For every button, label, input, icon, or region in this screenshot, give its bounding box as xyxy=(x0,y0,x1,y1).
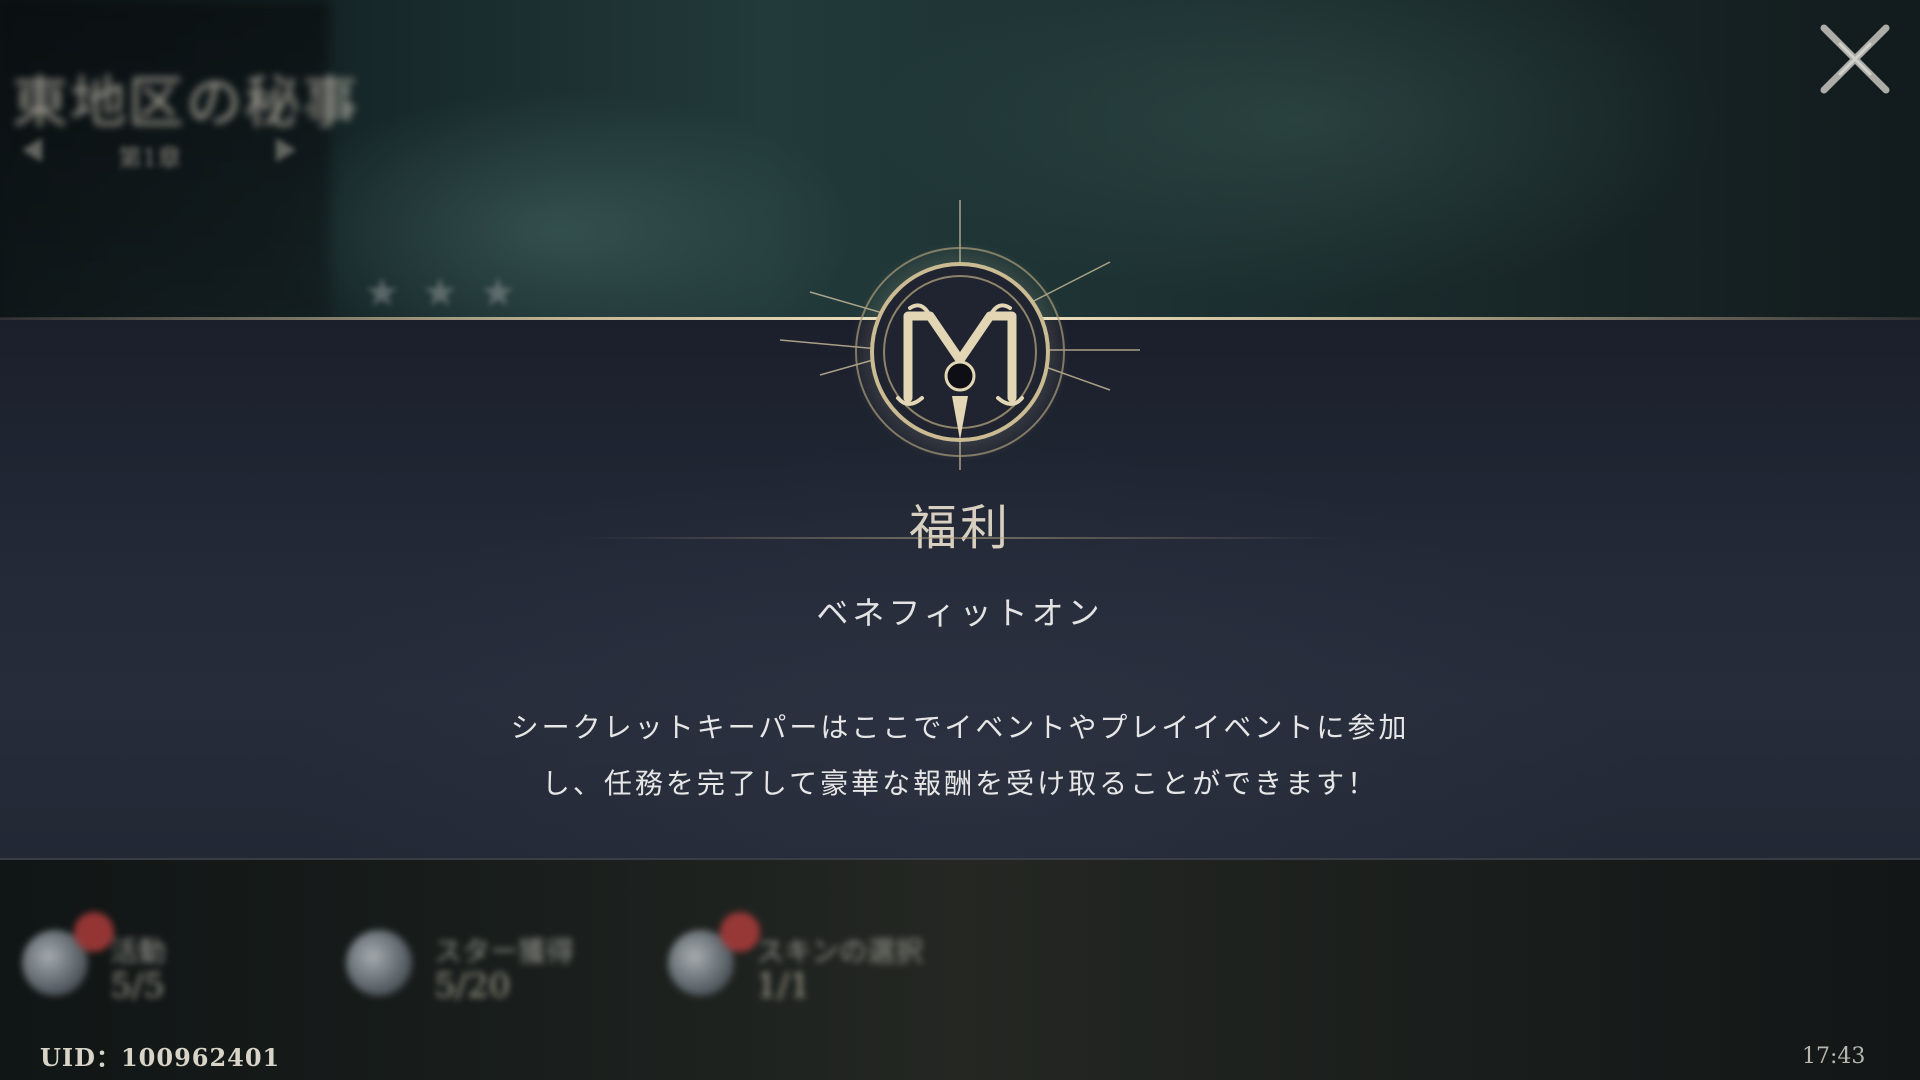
location-title: 東地区の秘事 xyxy=(12,71,360,136)
notification-badge xyxy=(74,912,114,952)
close-x-icon[interactable] xyxy=(1810,14,1900,104)
game-screen: 東地区の秘事 第1章 ★ ★ ★ 福利 ベネフィットオン シークレットキーパーは… xyxy=(0,0,1920,1080)
background-scene-bottom xyxy=(0,858,1920,1080)
chapter-prev-arrow-icon[interactable] xyxy=(22,138,42,162)
star-icon: ★ xyxy=(364,270,400,316)
description-line: シークレットキーパーはここでイベントやプレイイベントに参加 xyxy=(510,711,1410,744)
menu-item-count: 5/20 xyxy=(434,966,511,1006)
clock: 17:43 xyxy=(1802,1044,1866,1069)
feature-subtitle: ベネフィットオン xyxy=(816,594,1104,632)
menu-item-label: スキンの選択 xyxy=(756,935,924,968)
star-icon xyxy=(346,930,412,996)
description-line: し、任務を完了して豪華な報酬を受け取ることができます！ xyxy=(541,767,1379,800)
feature-title: 福利 xyxy=(908,500,1011,556)
menu-item-label: スター獲得 xyxy=(434,935,575,968)
menu-item-label: 活動 xyxy=(110,935,167,968)
user-id: UID：100962401 xyxy=(40,1043,281,1072)
panel-bottom-divider xyxy=(0,858,1920,860)
title-underline xyxy=(580,537,1340,539)
menu-item-count: 5/5 xyxy=(110,966,165,1006)
star-icon: ★ xyxy=(480,270,516,316)
chapter-next-arrow-icon[interactable] xyxy=(276,138,296,162)
feature-description: シークレットキーパーはここでイベントやプレイイベントに参加 し、任務を完了して豪… xyxy=(430,700,1490,812)
menu-item-count: 1/1 xyxy=(756,966,811,1006)
chapter-label: 第1章 xyxy=(118,144,182,172)
star-icon: ★ xyxy=(422,270,458,316)
notification-badge xyxy=(720,912,760,952)
monogram-m-emblem-icon xyxy=(780,200,1140,470)
